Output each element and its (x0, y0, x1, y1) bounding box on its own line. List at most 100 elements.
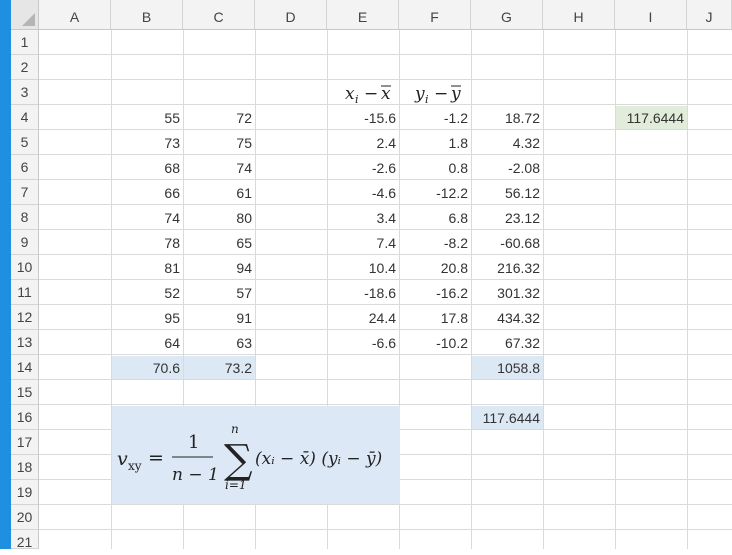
cell-e10[interactable]: 10.4 (328, 256, 399, 280)
cell-b11[interactable]: 52 (112, 281, 183, 305)
row-header-9[interactable]: 9 (11, 230, 39, 255)
column-header-b[interactable]: B (111, 0, 183, 30)
cell-c11[interactable]: 57 (184, 281, 255, 305)
svg-text:=: = (148, 447, 164, 469)
cell-c14[interactable]: 73.2 (184, 356, 255, 380)
svg-text:−: − (364, 84, 378, 104)
row-header-14[interactable]: 14 (11, 355, 39, 380)
cell-g6[interactable]: -2.08 (472, 156, 543, 180)
row-header-21[interactable]: 21 (11, 530, 39, 550)
cell-e7[interactable]: -4.6 (328, 181, 399, 205)
covariance-formula-box[interactable]: v xy = 1 n − 1 ∑ n i=1 (xᵢ − x̄) (yᵢ − ȳ… (112, 406, 400, 504)
cell-g8[interactable]: 23.12 (472, 206, 543, 230)
cell-g10[interactable]: 216.32 (472, 256, 543, 280)
row-header-1[interactable]: 1 (11, 30, 39, 55)
cell-e6[interactable]: -2.6 (328, 156, 399, 180)
cell-g7[interactable]: 56.12 (472, 181, 543, 205)
cell-f4[interactable]: -1.2 (400, 106, 471, 130)
cell-f7[interactable]: -12.2 (400, 181, 471, 205)
row-header-7[interactable]: 7 (11, 180, 39, 205)
formula-lhs-subscript: xy (128, 459, 142, 473)
row-header-15[interactable]: 15 (11, 380, 39, 405)
svg-text:y: y (450, 84, 461, 104)
cell-b14[interactable]: 70.6 (112, 356, 183, 380)
cell-g5[interactable]: 4.32 (472, 131, 543, 155)
row-header-12[interactable]: 12 (11, 305, 39, 330)
cell-c9[interactable]: 65 (184, 231, 255, 255)
cell-c6[interactable]: 74 (184, 156, 255, 180)
cell-b4[interactable]: 55 (112, 106, 183, 130)
svg-text:x: x (381, 84, 391, 104)
row-header-19[interactable]: 19 (11, 480, 39, 505)
cell-g12[interactable]: 434.32 (472, 306, 543, 330)
row-header-16[interactable]: 16 (11, 405, 39, 430)
cell-f12[interactable]: 17.8 (400, 306, 471, 330)
svg-text:i: i (355, 93, 359, 105)
cell-g11[interactable]: 301.32 (472, 281, 543, 305)
cell-e4[interactable]: -15.6 (328, 106, 399, 130)
cell-g14[interactable]: 1058.8 (472, 356, 543, 380)
cell-f8[interactable]: 6.8 (400, 206, 471, 230)
cell-f10[interactable]: 20.8 (400, 256, 471, 280)
column-header-a[interactable]: A (39, 0, 111, 30)
column-header-h[interactable]: H (543, 0, 615, 30)
cell-c4[interactable]: 72 (184, 106, 255, 130)
column-header-c[interactable]: C (183, 0, 255, 30)
row-header-17[interactable]: 17 (11, 430, 39, 455)
cell-b6[interactable]: 68 (112, 156, 183, 180)
cell-e11[interactable]: -18.6 (328, 281, 399, 305)
column-header-f[interactable]: F (399, 0, 471, 30)
cell-f9[interactable]: -8.2 (400, 231, 471, 255)
row-header-2[interactable]: 2 (11, 55, 39, 80)
cell-e12[interactable]: 24.4 (328, 306, 399, 330)
row-header-10[interactable]: 10 (11, 255, 39, 280)
spreadsheet[interactable]: A B C D E F G H I J 1 2 3 4 5 6 7 8 9 10… (11, 0, 732, 550)
row-header-8[interactable]: 8 (11, 205, 39, 230)
cell-b8[interactable]: 74 (112, 206, 183, 230)
sigma-symbol: ∑ (224, 437, 253, 483)
cell-i4[interactable]: 117.6444 (616, 106, 687, 130)
row-header-20[interactable]: 20 (11, 505, 39, 530)
cell-g13[interactable]: 67.32 (472, 331, 543, 355)
cell-e9[interactable]: 7.4 (328, 231, 399, 255)
cell-b7[interactable]: 66 (112, 181, 183, 205)
cell-c12[interactable]: 91 (184, 306, 255, 330)
sigma-lower-limit: i=1 (225, 478, 247, 492)
svg-text:y: y (414, 84, 425, 104)
cell-g9[interactable]: -60.68 (472, 231, 543, 255)
cell-c13[interactable]: 63 (184, 331, 255, 355)
row-header-11[interactable]: 11 (11, 280, 39, 305)
cell-g4[interactable]: 18.72 (472, 106, 543, 130)
cell-f6[interactable]: 0.8 (400, 156, 471, 180)
cell-f11[interactable]: -16.2 (400, 281, 471, 305)
cell-b10[interactable]: 81 (112, 256, 183, 280)
cell-b12[interactable]: 95 (112, 306, 183, 330)
cell-c5[interactable]: 75 (184, 131, 255, 155)
cell-c7[interactable]: 61 (184, 181, 255, 205)
column-header-e[interactable]: E (327, 0, 399, 30)
column-header-i[interactable]: I (615, 0, 687, 30)
row-header-6[interactable]: 6 (11, 155, 39, 180)
column-header-d[interactable]: D (255, 0, 327, 30)
formula-lhs: v (117, 448, 128, 470)
row-header-13[interactable]: 13 (11, 330, 39, 355)
cell-b13[interactable]: 64 (112, 331, 183, 355)
cell-b5[interactable]: 73 (112, 131, 183, 155)
column-header-j[interactable]: J (687, 0, 732, 30)
svg-text:i: i (425, 93, 429, 105)
select-all-corner[interactable] (11, 0, 39, 30)
row-header-5[interactable]: 5 (11, 130, 39, 155)
cell-c8[interactable]: 80 (184, 206, 255, 230)
cell-e8[interactable]: 3.4 (328, 206, 399, 230)
cell-e5[interactable]: 2.4 (328, 131, 399, 155)
row-header-3[interactable]: 3 (11, 80, 39, 105)
cell-f13[interactable]: -10.2 (400, 331, 471, 355)
cell-b9[interactable]: 78 (112, 231, 183, 255)
column-header-g[interactable]: G (471, 0, 543, 30)
cell-g16[interactable]: 117.6444 (472, 406, 543, 430)
cell-c10[interactable]: 94 (184, 256, 255, 280)
row-header-18[interactable]: 18 (11, 455, 39, 480)
row-header-4[interactable]: 4 (11, 105, 39, 130)
cell-e13[interactable]: -6.6 (328, 331, 399, 355)
cell-f5[interactable]: 1.8 (400, 131, 471, 155)
